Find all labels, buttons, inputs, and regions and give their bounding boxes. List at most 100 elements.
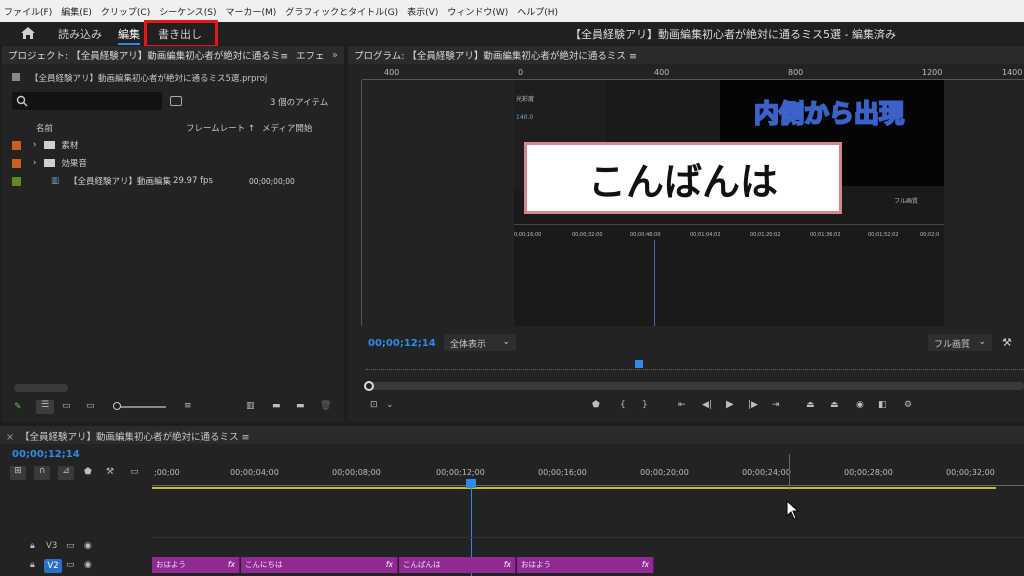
zoom-slider-handle[interactable] bbox=[113, 402, 121, 410]
eye-icon[interactable]: ◉ bbox=[84, 560, 92, 570]
chevron-right-icon[interactable]: › bbox=[33, 140, 36, 150]
menu-help[interactable]: ヘルプ(H) bbox=[517, 5, 558, 18]
quality-dropdown[interactable]: フル画質 ⌄ bbox=[928, 334, 992, 351]
menu-sequence[interactable]: シーケンス(S) bbox=[159, 5, 216, 18]
program-timecode[interactable]: 00;00;12;14 bbox=[368, 338, 436, 349]
bin-icon[interactable] bbox=[170, 96, 182, 106]
clip-label: おはよう bbox=[521, 560, 551, 569]
lock-icon[interactable]: 🔒︎ bbox=[30, 560, 35, 570]
timeline-title[interactable]: 【全員経験アリ】動画編集初心者が絶対に通るミス ≡ bbox=[20, 432, 249, 443]
program-title[interactable]: プログラム: 【全員経験アリ】動画編集初心者が絶対に通るミス ≡ bbox=[354, 48, 637, 62]
mark-out-icon[interactable]: } bbox=[642, 400, 648, 410]
extract-icon[interactable]: ⏏ bbox=[830, 400, 839, 410]
linked-selection-icon[interactable]: ⊿ bbox=[58, 466, 74, 480]
list-view-icon[interactable]: ☰ bbox=[36, 400, 54, 414]
menu-clip[interactable]: クリップ(C) bbox=[101, 5, 150, 18]
column-name[interactable]: 名前 bbox=[36, 122, 53, 134]
menu-window[interactable]: ウィンドウ(W) bbox=[447, 5, 508, 18]
clip[interactable]: こんばんは fx bbox=[399, 557, 516, 573]
settings-icon[interactable]: ⚙ bbox=[904, 400, 912, 410]
new-bin-icon[interactable]: ▬ bbox=[296, 401, 305, 411]
search-input[interactable] bbox=[12, 92, 162, 110]
playhead-marker[interactable] bbox=[635, 360, 643, 368]
step-back-icon[interactable]: ◀| bbox=[702, 400, 712, 410]
timeline-header: × 【全員経験アリ】動画編集初心者が絶対に通るミス ≡ bbox=[0, 426, 1024, 444]
list-item[interactable]: › 素材 bbox=[12, 136, 78, 154]
trash-icon[interactable]: 🗑 bbox=[320, 401, 331, 411]
go-to-in-icon[interactable]: ⇤ bbox=[678, 400, 686, 410]
list-item[interactable]: › 効果音 bbox=[12, 154, 87, 172]
fit-dropdown[interactable]: 全体表示 ⌄ bbox=[444, 334, 516, 351]
tab-effects[interactable]: エフェ bbox=[296, 48, 325, 62]
wrench-icon[interactable]: ⚒ bbox=[106, 467, 114, 477]
inner-timecode: 00;01;20;02 bbox=[750, 232, 781, 238]
automate-icon[interactable]: ▥ bbox=[246, 401, 255, 411]
captions-icon[interactable]: ▭ bbox=[130, 467, 139, 477]
close-icon[interactable]: × bbox=[6, 432, 14, 443]
chevron-right-icon[interactable]: › bbox=[33, 158, 36, 168]
ruler-timecode: 00;00;12;00 bbox=[436, 468, 485, 477]
label-color[interactable] bbox=[12, 140, 21, 150]
menu-file[interactable]: ファイル(F) bbox=[4, 5, 52, 18]
pencil-icon[interactable]: ✎ bbox=[14, 402, 22, 412]
menu-edit[interactable]: 編集(E) bbox=[61, 5, 92, 18]
wrench-icon[interactable]: ⚒ bbox=[1002, 336, 1012, 349]
inner-timecode: 0;00;16;00 bbox=[514, 232, 542, 238]
go-to-out-icon[interactable]: ⇥ bbox=[772, 400, 780, 410]
snap-icon[interactable]: ∩ bbox=[34, 466, 50, 480]
play-icon[interactable]: ▶ bbox=[726, 399, 734, 410]
mouse-cursor-icon bbox=[786, 500, 800, 520]
track-name[interactable]: V3 bbox=[46, 541, 57, 551]
step-forward-icon[interactable]: |▶ bbox=[748, 400, 758, 410]
camera-icon[interactable]: ◉ bbox=[856, 400, 864, 410]
tab-edit[interactable]: 編集 bbox=[118, 26, 140, 45]
marker-icon[interactable]: ⬟ bbox=[592, 400, 600, 410]
list-item[interactable]: ▥ 【全員経験アリ】動画編集 29.97 fps 00;00;00;00 bbox=[12, 172, 332, 190]
scrollbar[interactable] bbox=[14, 384, 68, 392]
project-title[interactable]: プロジェクト: 【全員経験アリ】動画編集初心者が絶対に通るミ≡ bbox=[8, 48, 288, 62]
sync-lock-icon[interactable]: ▭ bbox=[66, 560, 75, 570]
label-color[interactable] bbox=[12, 176, 21, 186]
lift-icon[interactable]: ⏏ bbox=[806, 400, 815, 410]
comparison-icon[interactable]: ◧ bbox=[878, 400, 887, 410]
nest-icon[interactable]: ⊞ bbox=[10, 466, 26, 480]
inner-value: 140.0 bbox=[516, 114, 534, 121]
title-card: こんばんは bbox=[524, 142, 842, 214]
menu-graphics[interactable]: グラフィックとタイトル(G) bbox=[285, 5, 398, 18]
item-name: 【全員経験アリ】動画編集 bbox=[69, 177, 172, 187]
scrollbar-handle[interactable] bbox=[364, 381, 374, 391]
sort-icon[interactable]: ≡ bbox=[184, 401, 192, 411]
mini-ruler bbox=[366, 362, 1024, 370]
home-icon[interactable] bbox=[20, 26, 36, 40]
lock-icon[interactable]: 🔒︎ bbox=[30, 541, 35, 551]
menu-view[interactable]: 表示(V) bbox=[407, 5, 438, 18]
eye-icon[interactable]: ◉ bbox=[84, 541, 92, 551]
panel-overflow-icon[interactable]: » bbox=[332, 50, 338, 61]
safe-margins-icon[interactable]: ⊡ bbox=[370, 400, 378, 410]
track-name[interactable]: V2 bbox=[44, 559, 62, 573]
tab-import[interactable]: 読み込み bbox=[58, 26, 102, 42]
zoom-scrollbar[interactable] bbox=[364, 382, 1024, 390]
icon-view-icon[interactable]: ▭ bbox=[62, 401, 71, 411]
ruler-timecode: 00;00;16;00 bbox=[538, 468, 587, 477]
label-color[interactable] bbox=[12, 158, 21, 168]
sync-lock-icon[interactable]: ▭ bbox=[66, 541, 75, 551]
menu-marker[interactable]: マーカー(M) bbox=[226, 5, 277, 18]
clip[interactable]: おはよう fx bbox=[152, 557, 240, 573]
column-media-start[interactable]: メディア開始 bbox=[262, 122, 312, 134]
clip[interactable]: おはよう fx bbox=[517, 557, 654, 573]
mark-in-icon[interactable]: { bbox=[620, 400, 626, 410]
chevron-down-icon[interactable]: ⌄ bbox=[386, 400, 394, 410]
timeline-timecode[interactable]: 00;00;12;14 bbox=[12, 449, 80, 460]
find-icon[interactable]: ▬ bbox=[272, 401, 281, 411]
column-framerate[interactable]: フレームレート ↑ bbox=[186, 122, 255, 134]
work-area-bar[interactable] bbox=[152, 487, 996, 489]
project-panel: プロジェクト: 【全員経験アリ】動画編集初心者が絶対に通るミ≡ エフェ » 【全… bbox=[2, 46, 344, 422]
zoom-slider[interactable] bbox=[114, 406, 166, 408]
add-marker-icon[interactable]: ⬟ bbox=[84, 467, 92, 477]
clip[interactable]: こんにちは fx bbox=[241, 557, 398, 573]
inner-timeline-ruler: 0;00;16;00 00;00;32;00 00;00;48;00 00;01… bbox=[514, 232, 944, 242]
project-file-row: 【全員経験アリ】動画編集初心者が絶対に通るミス5選.prproj bbox=[12, 72, 267, 84]
freeform-view-icon[interactable]: ▭ bbox=[86, 401, 95, 411]
timeline-ruler[interactable]: ;00;00 00;00;04;00 00;00;08;00 00;00;12;… bbox=[152, 462, 1024, 490]
